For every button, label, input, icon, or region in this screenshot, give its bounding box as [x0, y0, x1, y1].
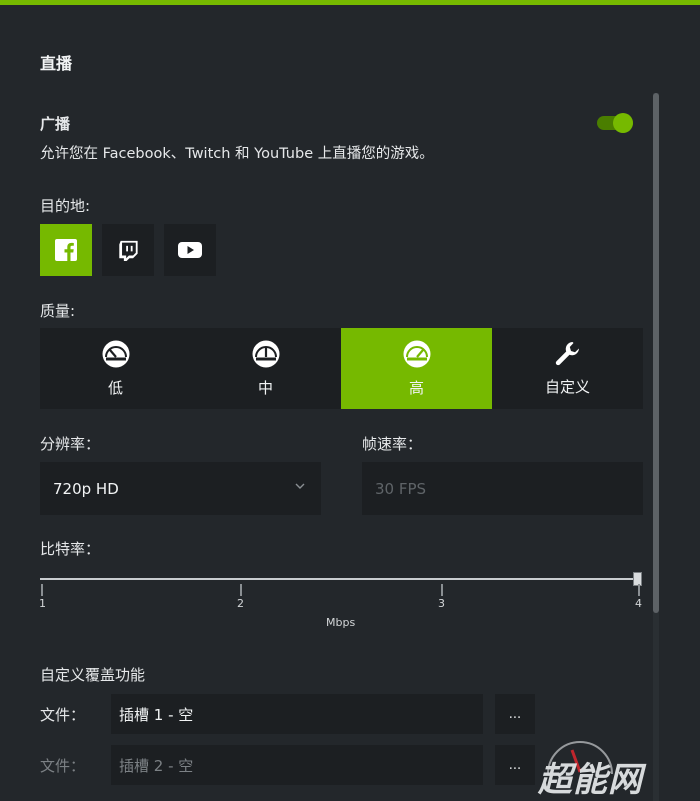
gauge-low-icon [102, 340, 129, 368]
destination-twitch-button[interactable] [102, 224, 154, 276]
resolution-value: 720p HD [53, 479, 119, 498]
browse-button[interactable]: ... [495, 745, 535, 785]
quality-medium-option[interactable]: 中 [190, 328, 341, 409]
custom-overlay-label: 自定义覆盖功能 [40, 666, 146, 684]
browse-button[interactable]: ... [495, 694, 535, 734]
destination-label: 目的地: [40, 197, 91, 215]
overlay-file-row: 文件： 插槽 1 - 空 ... [40, 694, 540, 734]
page-title: 直播 [40, 54, 73, 73]
framerate-dropdown[interactable]: 30 FPS [362, 462, 643, 515]
gauge-medium-icon [252, 340, 279, 368]
quality-low-label: 低 [107, 379, 123, 397]
quality-selector: 低 中 高 自定义 [40, 328, 643, 409]
broadcast-description: 允许您在 Facebook、Twitch 和 YouTube 上直播您的游戏。 [40, 146, 434, 162]
chevron-down-icon [295, 483, 305, 489]
facebook-icon [55, 239, 77, 261]
destination-youtube-button[interactable] [164, 224, 216, 276]
quality-custom-option[interactable]: 自定义 [492, 328, 643, 409]
file-slot-field[interactable]: 插槽 1 - 空 [111, 694, 483, 734]
quality-medium-label: 中 [257, 379, 273, 397]
destination-facebook-button[interactable] [40, 224, 92, 276]
bitrate-label: 比特率： [40, 540, 101, 558]
twitch-icon [119, 240, 138, 261]
accent-top-bar [0, 0, 700, 5]
youtube-icon [178, 242, 202, 258]
quality-custom-label: 自定义 [544, 378, 590, 396]
overlay-file-row: 文件： 插槽 2 - 空 ... [40, 745, 540, 785]
bitrate-tick [41, 584, 43, 596]
bitrate-tick [441, 584, 443, 596]
bitrate-tick-label: 1 [39, 597, 46, 610]
file-label: 文件： [40, 706, 86, 724]
framerate-label: 帧速率： [362, 435, 423, 453]
quality-high-label: 高 [408, 379, 424, 397]
bitrate-tick-label: 4 [635, 597, 642, 610]
watermark-text: 超能网 [538, 760, 643, 800]
quality-label: 质量: [40, 302, 76, 320]
site-watermark-logo: 超能网 [535, 738, 700, 801]
resolution-dropdown[interactable]: 720p HD [40, 462, 321, 515]
bitrate-tick [240, 584, 242, 596]
broadcast-toggle[interactable] [597, 113, 633, 133]
quality-high-option[interactable]: 高 [341, 328, 492, 409]
file-slot-field[interactable]: 插槽 2 - 空 [111, 745, 483, 785]
bitrate-slider-track[interactable] [40, 578, 640, 580]
bitrate-unit: Mbps [326, 616, 356, 629]
broadcast-label: 广播 [40, 115, 71, 133]
wrench-icon [555, 342, 579, 366]
quality-low-option[interactable]: 低 [40, 328, 191, 409]
resolution-label: 分辨率： [40, 435, 101, 453]
scrollbar-thumb[interactable] [653, 93, 659, 613]
bitrate-tick-label: 2 [237, 597, 244, 610]
bitrate-tick-label: 3 [438, 597, 445, 610]
bitrate-tick [638, 584, 640, 596]
file-label: 文件： [40, 757, 86, 775]
toggle-knob [613, 113, 633, 133]
gauge-high-icon [403, 340, 430, 368]
framerate-value: 30 FPS [375, 479, 427, 498]
